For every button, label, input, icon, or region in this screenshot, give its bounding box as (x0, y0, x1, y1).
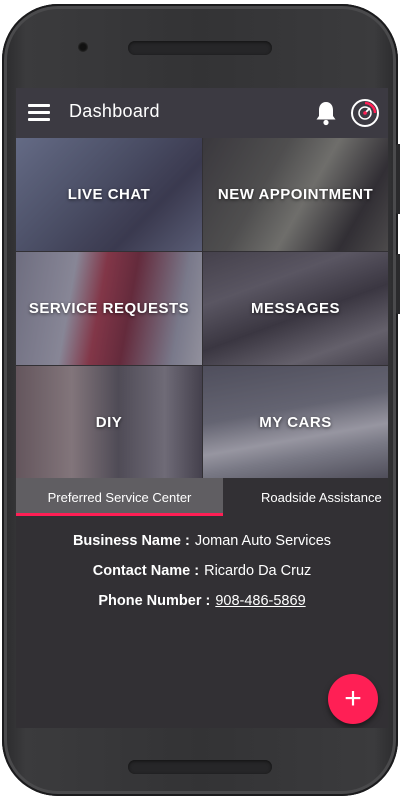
front-camera (78, 42, 88, 52)
contact-name-value: Ricardo Da Cruz (204, 563, 312, 579)
tab-label: Preferred Service Center (47, 489, 192, 505)
service-requests-tile[interactable]: SERVICE REQUESTS (16, 252, 202, 365)
app-bar: Dashboard (16, 88, 388, 138)
business-name-row: Business Name : Joman Auto Services (16, 526, 388, 556)
earpiece-speaker (128, 41, 272, 55)
phone-number-link[interactable]: 908-486-5869 (215, 593, 305, 609)
tab-label: Roadside Assistance (261, 489, 382, 505)
service-center-details: Business Name : Joman Auto Services Cont… (16, 526, 388, 616)
add-fab-button[interactable]: + (328, 674, 378, 724)
new-appointment-tile[interactable]: NEW APPOINTMENT (203, 138, 388, 251)
app-screen: Dashboard LIVE CHAT NEW APPOINTMENT SERV… (16, 88, 388, 728)
phone-number-label: Phone Number : (98, 593, 211, 609)
live-chat-tile[interactable]: LIVE CHAT (16, 138, 202, 251)
tile-label: SERVICE REQUESTS (28, 300, 190, 317)
phone-frame: Dashboard LIVE CHAT NEW APPOINTMENT SERV… (2, 4, 400, 796)
bell-icon[interactable] (314, 100, 338, 126)
tile-label: MY CARS (259, 413, 332, 431)
phone-number-row: Phone Number : 908-486-5869 (16, 586, 388, 616)
tile-label: MESSAGES (250, 300, 341, 317)
tile-label: DIY (95, 413, 123, 431)
hamburger-menu-icon[interactable] (28, 104, 50, 122)
contact-name-row: Contact Name : Ricardo Da Cruz (16, 556, 388, 586)
bottom-speaker (128, 760, 272, 774)
power-button (396, 254, 400, 314)
business-name-label: Business Name : (72, 533, 190, 549)
tab-preferred-service-center[interactable]: Preferred Service Center (16, 478, 223, 516)
active-tab-indicator (16, 513, 223, 516)
dashboard-tile-grid: LIVE CHAT NEW APPOINTMENT SERVICE REQUES… (16, 138, 388, 478)
gauge-icon[interactable] (350, 98, 380, 128)
messages-tile[interactable]: MESSAGES (203, 252, 388, 365)
service-tabs: Preferred Service Center Roadside Assist… (16, 478, 388, 516)
diy-tile[interactable]: DIY (16, 366, 202, 478)
tab-roadside-assistance[interactable]: Roadside Assistance (223, 478, 388, 516)
plus-icon: + (344, 682, 362, 715)
volume-button (396, 144, 400, 214)
business-name-value: Joman Auto Services (194, 533, 332, 549)
my-cars-tile[interactable]: MY CARS (203, 366, 388, 478)
tile-label: NEW APPOINTMENT (217, 186, 374, 203)
contact-name-label: Contact Name : (92, 563, 200, 579)
page-title: Dashboard (69, 101, 160, 121)
tile-label: LIVE CHAT (67, 186, 151, 203)
